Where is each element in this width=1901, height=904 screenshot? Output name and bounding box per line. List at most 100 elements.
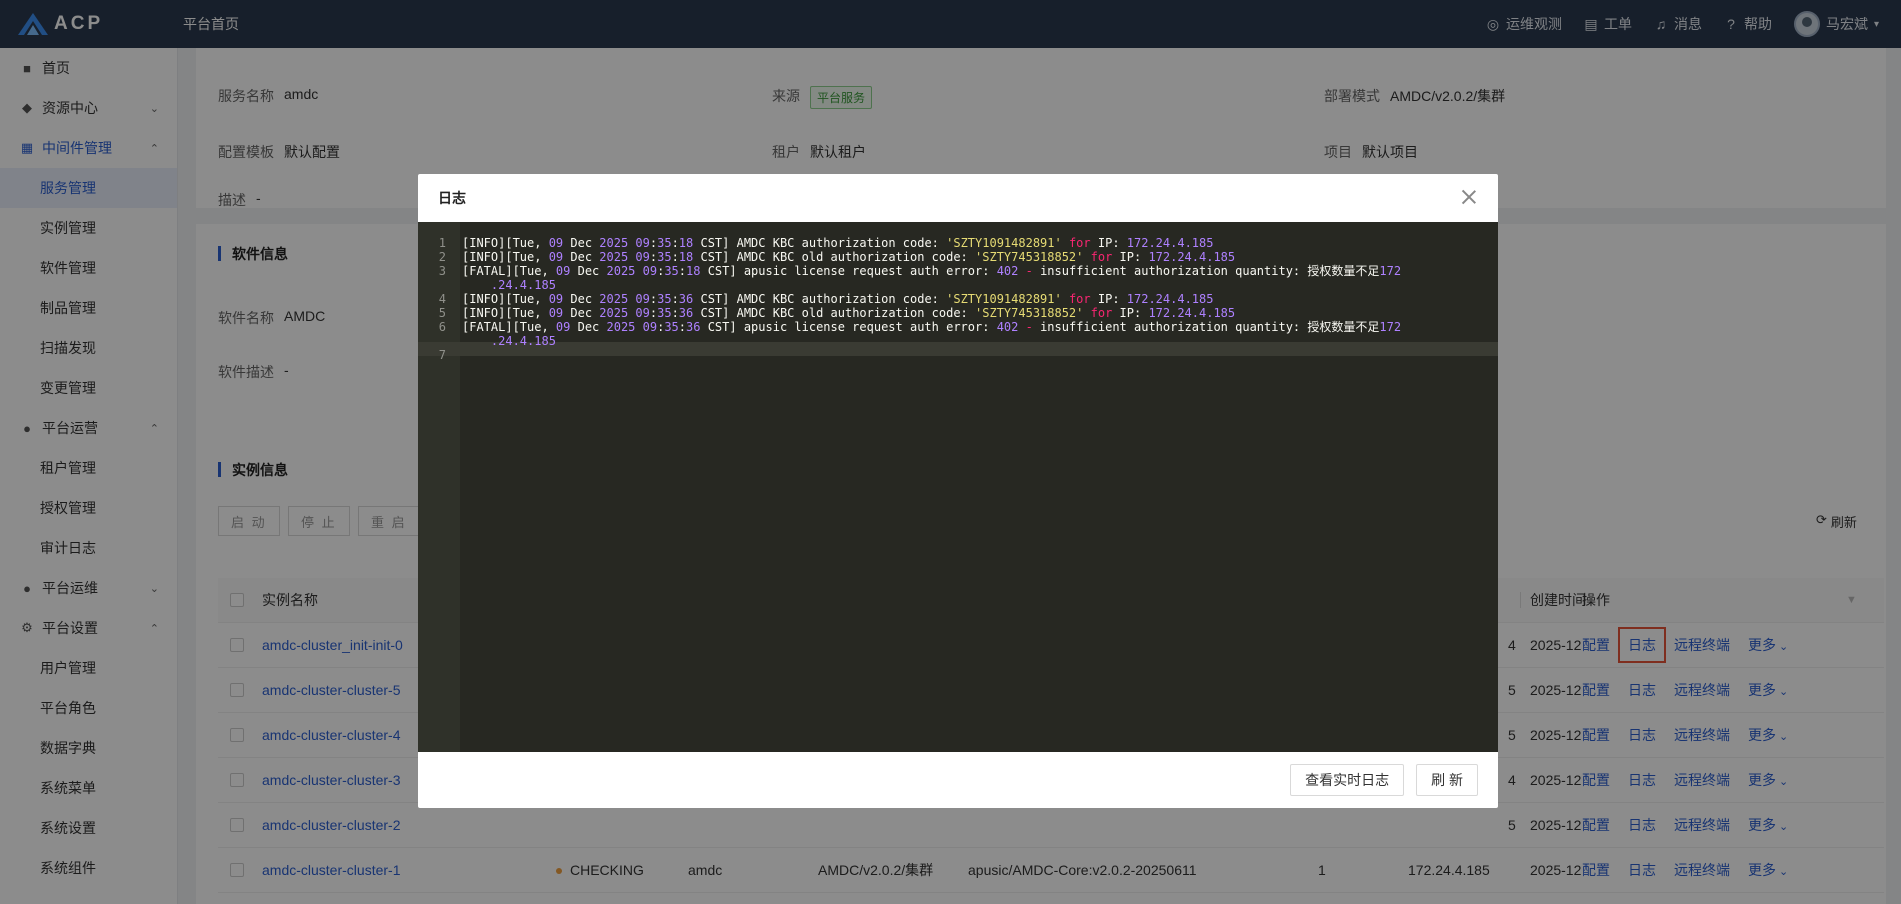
log-token: 2025 [599, 306, 629, 320]
log-token: - [1025, 320, 1033, 334]
log-text: [FATAL][Tue, 09 Dec 2025 09:35:18 CST] a… [462, 264, 1401, 278]
log-token [635, 320, 642, 334]
log-token: : [678, 320, 687, 334]
log-token: 172 [1379, 264, 1402, 278]
log-token: CST] apusic license request auth error: [700, 320, 997, 334]
log-token: 09 [642, 264, 658, 278]
log-token: 09 [548, 250, 564, 264]
log-token: IP: [1112, 250, 1149, 264]
log-line: 4 [INFO][Tue, 09 Dec 2025 09:35:36 CST] A… [418, 292, 1498, 306]
log-token: IP: [1090, 236, 1127, 250]
log-text: [INFO][Tue, 09 Dec 2025 09:35:18 CST] AM… [462, 236, 1213, 250]
log-token: 36 [678, 292, 694, 306]
log-token: 09 [548, 292, 564, 306]
log-text: [FATAL][Tue, 09 Dec 2025 09:35:36 CST] a… [462, 320, 1401, 334]
log-token [635, 264, 642, 278]
log-token: CST] AMDC KBC authorization code: [693, 292, 947, 306]
log-line: 7 [418, 348, 1498, 362]
log-line: 2 [INFO][Tue, 09 Dec 2025 09:35:18 CST] A… [418, 250, 1498, 264]
line-number: 5 [438, 306, 446, 320]
log-token: for [1068, 292, 1091, 306]
log-token: 18 [678, 250, 694, 264]
log-token: 35 [664, 264, 679, 278]
log-token: insufficient authorization quantity: 授权数… [1032, 264, 1380, 278]
log-token: CST] apusic license request auth error: [700, 264, 997, 278]
log-token: 09 [635, 306, 650, 320]
log-token: for [1090, 250, 1113, 264]
log-token: 09 [635, 250, 650, 264]
log-token [1018, 264, 1025, 278]
log-token: 172.24.4.185 [1148, 306, 1236, 320]
dialog-title: 日志 [438, 190, 466, 206]
log-token: 2025 [599, 236, 629, 250]
log-line: .24.4.185 [418, 278, 1498, 292]
log-token [1062, 292, 1069, 306]
log-token: 35 [657, 236, 672, 250]
log-token: 172.24.4.185 [1126, 236, 1214, 250]
log-token: 09 [548, 306, 564, 320]
log-token: .24.4.185 [462, 278, 556, 292]
log-line: 5 [INFO][Tue, 09 Dec 2025 09:35:36 CST] A… [418, 306, 1498, 320]
log-token: 2025 [606, 264, 636, 278]
log-token: [INFO][Tue, [462, 292, 549, 306]
log-token: 'SZTY1091482891' [946, 292, 1062, 306]
log-text: .24.4.185 [462, 278, 556, 292]
log-dialog: 日志 1 [INFO][Tue, 09 Dec 2025 09:35:18 CST… [418, 174, 1498, 808]
log-token: 2025 [599, 292, 629, 306]
log-line: 6 [FATAL][Tue, 09 Dec 2025 09:35:36 CST] … [418, 320, 1498, 334]
log-token: 'SZTY745318852' [975, 250, 1084, 264]
log-token: Dec [563, 306, 600, 320]
log-text: [INFO][Tue, 09 Dec 2025 09:35:36 CST] AM… [462, 292, 1213, 306]
line-number: 3 [438, 264, 446, 278]
log-token: 09 [635, 292, 650, 306]
log-token: 402 [996, 264, 1019, 278]
line-number: 2 [438, 250, 446, 264]
log-token: [FATAL][Tue, [462, 320, 556, 334]
log-token: : [671, 306, 679, 320]
log-token: 09 [555, 264, 571, 278]
dialog-header: 日志 [418, 174, 1498, 222]
log-text: [INFO][Tue, 09 Dec 2025 09:35:36 CST] AM… [462, 306, 1235, 320]
close-icon[interactable] [1460, 188, 1478, 206]
log-token: for [1090, 306, 1113, 320]
log-token [1062, 236, 1069, 250]
log-token: CST] AMDC KBC old authorization code: [693, 306, 976, 320]
log-token: Dec [570, 320, 607, 334]
log-token: [INFO][Tue, [462, 250, 549, 264]
log-token: IP: [1090, 292, 1127, 306]
log-token: Dec [570, 264, 607, 278]
log-token: 18 [686, 264, 701, 278]
log-token: Dec [563, 250, 600, 264]
log-token [1083, 306, 1090, 320]
log-editor[interactable]: 1 [INFO][Tue, 09 Dec 2025 09:35:18 CST] A… [418, 222, 1498, 752]
log-token: 172 [1379, 320, 1402, 334]
dialog-footer: 查看实时日志 刷 新 [418, 752, 1498, 808]
log-token: 'SZTY1091482891' [946, 236, 1062, 250]
log-token: for [1068, 236, 1091, 250]
refresh-button[interactable]: 刷 新 [1416, 764, 1478, 796]
log-token: : [671, 292, 679, 306]
view-live-log-button[interactable]: 查看实时日志 [1290, 764, 1405, 796]
log-token: CST] AMDC KBC authorization code: [693, 236, 947, 250]
log-token: 402 [996, 320, 1019, 334]
log-token: 172.24.4.185 [1126, 292, 1214, 306]
line-number: 4 [438, 292, 446, 306]
log-line: .24.4.185 [418, 334, 1498, 348]
log-token [1083, 250, 1090, 264]
log-token: Dec [563, 236, 600, 250]
log-line: 3 [FATAL][Tue, 09 Dec 2025 09:35:18 CST] … [418, 264, 1498, 278]
log-token: [INFO][Tue, [462, 306, 549, 320]
log-token: CST] AMDC KBC old authorization code: [693, 250, 976, 264]
log-token: Dec [563, 292, 600, 306]
log-token: [INFO][Tue, [462, 236, 549, 250]
log-token [1018, 320, 1025, 334]
log-token: 35 [657, 292, 672, 306]
log-token: 35 [664, 320, 679, 334]
log-token: 18 [678, 236, 694, 250]
log-token: IP: [1112, 306, 1149, 320]
log-line: 1 [INFO][Tue, 09 Dec 2025 09:35:18 CST] A… [418, 236, 1498, 250]
log-token: 09 [555, 320, 571, 334]
log-token: : [671, 236, 679, 250]
log-token: .24.4.185 [462, 334, 556, 348]
log-token: 2025 [599, 250, 629, 264]
